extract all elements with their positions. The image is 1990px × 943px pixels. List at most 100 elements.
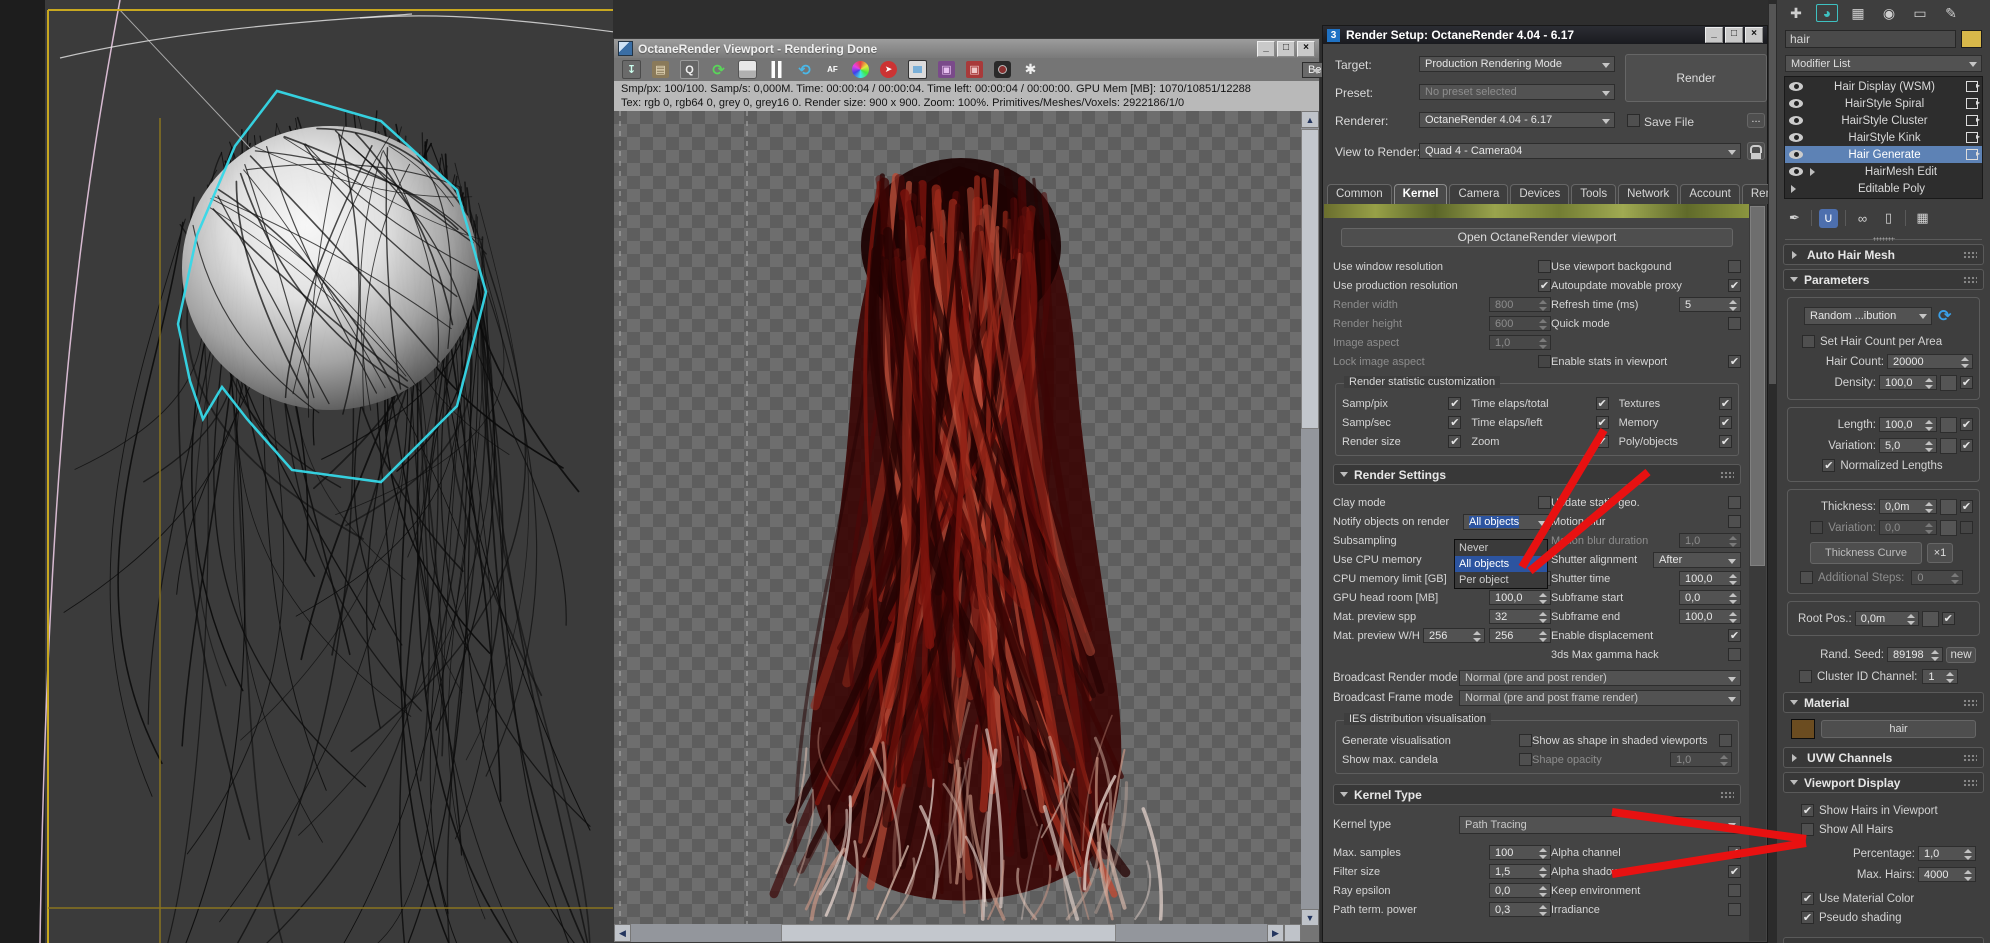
animate-button[interactable] (1940, 519, 1957, 536)
visibility-eye-icon[interactable] (1789, 150, 1803, 159)
visibility-eye-icon[interactable] (1789, 133, 1803, 142)
show-as-shape-in-shaded-viewports-checkbox[interactable] (1719, 734, 1732, 747)
use-material-color-checkbox[interactable] (1801, 892, 1814, 905)
root-pos-checkbox[interactable] (1941, 612, 1955, 625)
utilities-tab-icon[interactable]: ✎ (1940, 4, 1962, 22)
length-checkbox[interactable] (1960, 418, 1973, 431)
mat-preview-w-h-spinner[interactable]: 256 (1423, 628, 1485, 643)
thickness-spinner[interactable]: 0,0m (1879, 499, 1937, 514)
save-render-icon[interactable]: ↧ (622, 60, 641, 79)
gpu-head-room-mb-spinner[interactable]: 100,0 (1489, 590, 1551, 605)
clipboard-icon[interactable]: ▤ (652, 61, 669, 78)
tab-camera[interactable]: Camera (1449, 184, 1509, 204)
modifier-hair-generate[interactable]: Hair Generate (1785, 146, 1982, 163)
regenerate-icon[interactable]: ⟳ (1938, 306, 1951, 326)
uvw-channels-rollout[interactable]: UVW Channels (1783, 747, 1984, 768)
use-production-resolution-checkbox[interactable] (1538, 279, 1551, 292)
scroll-up-icon[interactable]: ▲ (1301, 111, 1319, 128)
horizontal-scrollbar[interactable]: ◀ ▶ (614, 924, 1301, 942)
hierarchy-tab-icon[interactable]: ▦ (1847, 4, 1869, 22)
modifier-editable-poly[interactable]: Editable Poly (1785, 180, 1982, 197)
animate-button[interactable] (1940, 498, 1957, 515)
configure-modifier-sets-icon[interactable]: ▦ (1913, 209, 1932, 228)
visibility-eye-icon[interactable] (1789, 99, 1803, 108)
normalized-lengths-checkbox[interactable] (1822, 459, 1836, 472)
parameters-rollout[interactable]: Parameters (1783, 269, 1984, 290)
filter-size-spinner[interactable]: 1,5 (1489, 864, 1551, 879)
target-dropdown[interactable]: Production Rendering Mode (1419, 56, 1615, 72)
modifier-hair-display-wsm[interactable]: Hair Display (WSM) (1785, 78, 1982, 95)
visibility-eye-icon[interactable] (1789, 116, 1803, 125)
scroll-down-icon[interactable]: ▼ (1301, 909, 1319, 926)
textures-checkbox[interactable] (1718, 397, 1732, 410)
broadcast-frame-dropdown[interactable]: Normal (pre and post frame render) (1459, 690, 1741, 706)
motion-blur-checkbox[interactable] (1728, 515, 1741, 528)
animate-button[interactable] (1921, 610, 1939, 627)
modifier-hairstyle-cluster[interactable]: HairStyle Cluster (1785, 112, 1982, 129)
vscroll-thumb[interactable] (1301, 129, 1319, 429)
variation-checkbox[interactable] (1960, 521, 1973, 534)
motion-tab-icon[interactable]: ◉ (1878, 4, 1900, 22)
render-priority-icon[interactable]: ➤ (880, 61, 897, 78)
close-icon[interactable]: × (1745, 27, 1763, 43)
set-hair-count-per-area-checkbox[interactable] (1802, 335, 1815, 348)
samp-pix-checkbox[interactable] (1448, 397, 1462, 410)
variation-spinner[interactable]: 0,0 (1879, 520, 1937, 535)
maximize-icon[interactable]: □ (1277, 40, 1295, 57)
display-tab-icon[interactable]: ▭ (1909, 4, 1931, 22)
percentage-spinner[interactable]: 1,0 (1918, 846, 1976, 861)
popup-item-per-object[interactable]: Per object (1455, 572, 1547, 588)
tab-kernel[interactable]: Kernel (1393, 184, 1448, 204)
quicksave-icon[interactable]: Q (680, 60, 699, 79)
render-width-spinner[interactable]: 800 (1489, 297, 1551, 312)
broadcast-render-dropdown[interactable]: Normal (pre and post render) (1459, 670, 1741, 686)
clay-mode-checkbox[interactable] (1538, 496, 1551, 509)
pseudo-shading-checkbox[interactable] (1801, 911, 1814, 924)
modifier-hairstyle-spiral[interactable]: HairStyle Spiral (1785, 95, 1982, 112)
pass-through-icon[interactable] (1966, 98, 1980, 109)
hair-count-spinner[interactable]: 20000 (1887, 354, 1973, 369)
cluster-id-checkbox[interactable] (1799, 670, 1812, 683)
popup-item-all-objects[interactable]: All objects (1455, 556, 1547, 572)
use-viewport-backgound-checkbox[interactable] (1728, 260, 1741, 273)
maximize-icon[interactable]: □ (1725, 27, 1743, 43)
time-elaps-left-checkbox[interactable] (1595, 416, 1609, 429)
render-layers-icon[interactable]: ▣ (966, 61, 983, 78)
render-setup-title-bar[interactable]: 3 Render Setup: OctaneRender 4.04 - 6.17… (1323, 26, 1767, 44)
fullscreen-icon[interactable] (908, 60, 927, 79)
root-pos-spinner[interactable]: 0,0m (1854, 611, 1919, 626)
render-canvas[interactable] (614, 111, 1301, 926)
subframe-end-spinner[interactable]: 100,0 (1679, 609, 1741, 624)
lock-view-icon[interactable] (1747, 142, 1765, 160)
new-seed-button[interactable]: new (1946, 646, 1976, 663)
irradiance-checkbox[interactable] (1728, 903, 1741, 916)
modify-tab-icon[interactable]: ◕ (1816, 4, 1838, 22)
time-elaps-total-checkbox[interactable] (1595, 397, 1609, 410)
auto-hair-mesh-rollout[interactable]: Auto Hair Mesh (1783, 244, 1984, 265)
more-options-button[interactable]: ... (1747, 113, 1765, 128)
modifier-list-dropdown[interactable]: Modifier List (1785, 55, 1982, 72)
animate-button[interactable] (1940, 437, 1957, 454)
max-hairs-spinner[interactable]: 4000 (1918, 867, 1976, 882)
density-checkbox[interactable] (1960, 376, 1973, 389)
denoiser-icon[interactable]: ✱ (1022, 61, 1039, 78)
scroll-left-icon[interactable]: ◀ (614, 924, 631, 942)
path-term-power-spinner[interactable]: 0,3 (1489, 902, 1551, 917)
object-color-swatch[interactable] (1961, 30, 1982, 48)
open-octane-viewport-button[interactable]: Open OctaneRender viewport (1341, 228, 1733, 247)
thickness-curve-button[interactable]: Thickness Curve (1810, 542, 1922, 564)
distribution-dropdown[interactable]: Random ...ibution (1804, 307, 1932, 325)
color-wheel-icon[interactable] (852, 61, 869, 78)
render-height-spinner[interactable]: 600 (1489, 316, 1551, 331)
popup-item-never[interactable]: Never (1455, 540, 1547, 556)
pin-stack-icon[interactable]: ✒ (1785, 209, 1804, 228)
tab-common[interactable]: Common (1327, 184, 1392, 204)
cluster-id-spinner[interactable]: 1 (1922, 669, 1959, 684)
material-color-swatch[interactable] (1791, 719, 1815, 739)
enable-stats-in-viewport-checkbox[interactable] (1728, 355, 1741, 368)
autoupdate-movable-proxy-checkbox[interactable] (1728, 279, 1741, 292)
additional-steps-spinner[interactable]: 0 (1911, 570, 1964, 585)
create-tab-icon[interactable]: ✚ (1785, 4, 1807, 22)
shutter-alignment-dropdown[interactable]: After (1653, 551, 1741, 568)
show-max-candela-checkbox[interactable] (1519, 753, 1532, 766)
